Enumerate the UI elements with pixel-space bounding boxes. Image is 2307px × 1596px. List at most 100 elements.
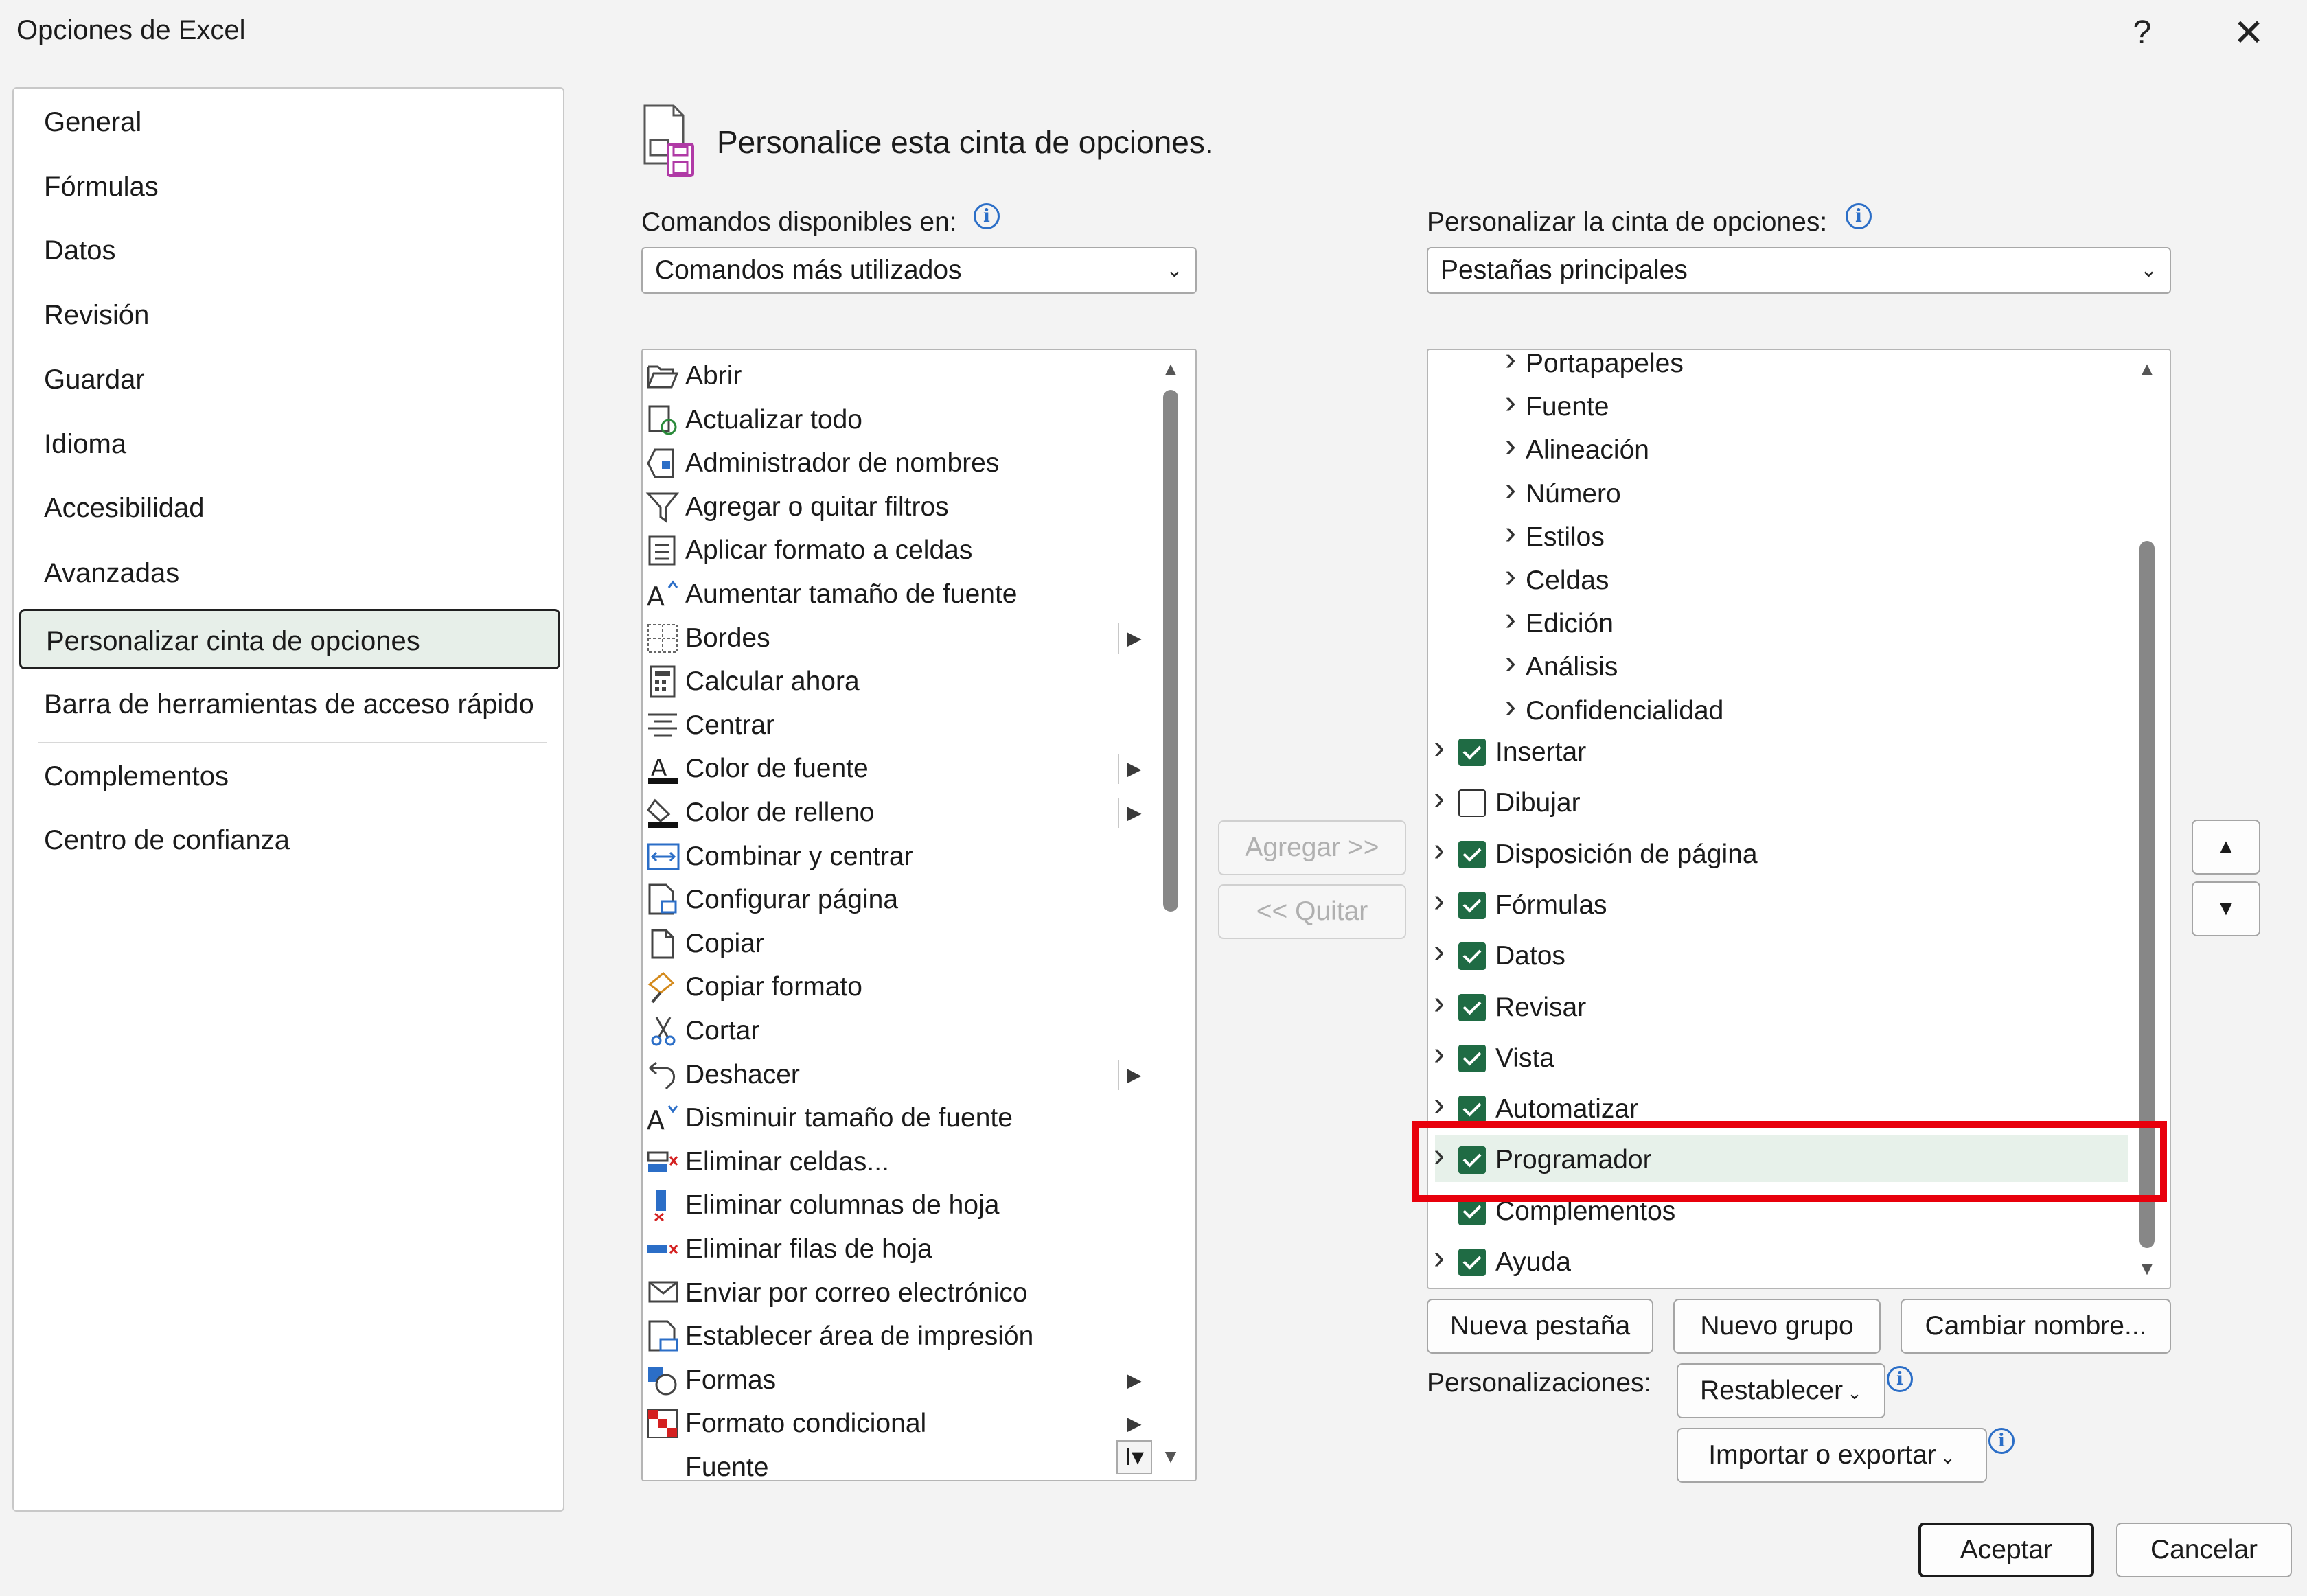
expand-chevron-icon[interactable]: › xyxy=(1505,640,1516,686)
nav-item[interactable]: Personalizar cinta de opciones xyxy=(19,609,560,669)
expand-chevron-icon[interactable]: › xyxy=(1505,350,1516,383)
nav-item[interactable]: Revisión xyxy=(19,285,560,345)
info-icon[interactable]: i xyxy=(1846,203,1872,229)
command-list-item[interactable]: A Color de fuente ▶ xyxy=(643,747,1164,790)
nav-item[interactable]: General xyxy=(19,92,560,152)
tree-tab-item[interactable]: › Insertar xyxy=(1428,729,2122,776)
expand-chevron-icon[interactable]: › xyxy=(1434,980,1445,1027)
chevron-down-icon: ⌄ xyxy=(1940,1447,1955,1468)
scroll-down-arrow[interactable]: ▼ xyxy=(2135,1258,2159,1280)
command-list-item[interactable]: Combinar y centrar xyxy=(643,835,1164,878)
command-list-item[interactable]: Formas ▶ xyxy=(643,1358,1164,1402)
command-list-item[interactable]: Eliminar celdas... xyxy=(643,1140,1164,1183)
command-list-item[interactable]: Centrar xyxy=(643,704,1164,747)
command-list-item[interactable]: Copiar xyxy=(643,922,1164,965)
tab-checkbox[interactable] xyxy=(1458,840,1486,868)
nav-item[interactable]: Datos xyxy=(19,220,560,281)
scroll-up-arrow[interactable]: ▲ xyxy=(2135,358,2159,380)
close-button[interactable]: ✕ xyxy=(2218,2,2280,64)
expand-chevron-icon[interactable]: › xyxy=(1505,510,1516,557)
expand-chevron-icon[interactable]: › xyxy=(1505,597,1516,643)
expand-chevron-icon[interactable]: › xyxy=(1434,725,1445,772)
tab-checkbox[interactable] xyxy=(1458,1096,1486,1124)
move-down-button[interactable]: ▼ xyxy=(2192,881,2260,936)
command-list-item[interactable]: Formato condicional ▶ xyxy=(643,1402,1164,1445)
command-list-item[interactable]: Eliminar filas de hoja xyxy=(643,1227,1164,1271)
import-export-button[interactable]: Importar o exportar ⌄ xyxy=(1677,1428,1987,1483)
tab-checkbox[interactable] xyxy=(1458,739,1486,766)
command-list-item[interactable]: Enviar por correo electrónico xyxy=(643,1271,1164,1315)
tree-tab-item[interactable]: › Vista xyxy=(1428,1035,2122,1082)
remove-button[interactable]: << Quitar xyxy=(1218,884,1406,939)
reset-dropdown-button[interactable]: Restablecer ⌄ xyxy=(1677,1363,1885,1418)
nav-item[interactable]: Avanzadas xyxy=(19,543,560,603)
group-label: Análisis xyxy=(1526,652,1618,682)
nav-item[interactable]: Barra de herramientas de acceso rápido xyxy=(19,674,560,735)
cancel-button[interactable]: Cancelar xyxy=(2116,1523,2292,1577)
tab-checkbox[interactable] xyxy=(1458,789,1486,818)
tree-tab-item[interactable]: › Ayuda xyxy=(1428,1239,2122,1286)
expand-chevron-icon[interactable]: › xyxy=(1505,684,1516,730)
new-group-button[interactable]: Nuevo grupo xyxy=(1673,1299,1881,1354)
expand-chevron-icon[interactable]: › xyxy=(1434,1031,1445,1078)
nav-item[interactable]: Complementos xyxy=(19,746,560,807)
command-list-item[interactable]: Agregar o quitar filtros xyxy=(643,485,1164,529)
command-list-item[interactable]: Cortar xyxy=(643,1009,1164,1052)
command-list-item[interactable]: Deshacer ▶ xyxy=(643,1053,1164,1096)
tab-checkbox[interactable] xyxy=(1458,1044,1486,1072)
command-list-item[interactable]: Copiar formato xyxy=(643,965,1164,1008)
add-button[interactable]: Agregar >> xyxy=(1218,820,1406,875)
info-icon[interactable]: i xyxy=(974,203,1000,229)
command-list-item[interactable]: Color de relleno ▶ xyxy=(643,791,1164,834)
tab-checkbox[interactable] xyxy=(1458,942,1486,971)
expand-chevron-icon[interactable]: › xyxy=(1434,929,1445,975)
tree-tab-item[interactable]: › Revisar xyxy=(1428,984,2122,1031)
nav-item[interactable]: Fórmulas xyxy=(19,157,560,217)
command-list-item[interactable]: Calcular ahora xyxy=(643,660,1164,703)
command-list-item[interactable]: Administrador de nombres xyxy=(643,441,1164,485)
nav-item[interactable]: Centro de confianza xyxy=(19,810,560,870)
submenu-arrow-icon: ▶ xyxy=(1127,758,1142,780)
help-button[interactable]: ? xyxy=(2111,2,2173,64)
command-list-item[interactable]: Configurar página xyxy=(643,878,1164,921)
nav-item[interactable]: Guardar xyxy=(19,349,560,410)
command-list-item[interactable]: Eliminar columnas de hoja xyxy=(643,1183,1164,1227)
command-list-item[interactable]: Abrir xyxy=(643,354,1164,397)
commands-from-dropdown[interactable]: Comandos más utilizados ⌄ xyxy=(641,247,1197,294)
expand-chevron-icon[interactable]: › xyxy=(1505,423,1516,470)
scroll-thumb[interactable] xyxy=(1163,390,1178,912)
tree-tab-item[interactable]: › Disposición de página xyxy=(1428,831,2122,878)
info-icon[interactable]: i xyxy=(1988,1428,2015,1454)
tree-tab-item[interactable]: › Datos xyxy=(1428,933,2122,980)
tree-tab-item[interactable]: › Fórmulas xyxy=(1428,882,2122,929)
available-commands-list[interactable]: ▲ ▼ Abrir Actualizar todo Administrador de… xyxy=(641,349,1197,1481)
command-list-item[interactable]: A Disminuir tamaño de fuente xyxy=(643,1096,1164,1140)
rename-button[interactable]: Cambiar nombre... xyxy=(1901,1299,2171,1354)
expand-chevron-icon[interactable]: › xyxy=(1434,776,1445,822)
expand-chevron-icon[interactable]: › xyxy=(1434,827,1445,874)
command-label: Eliminar filas de hoja xyxy=(685,1234,932,1264)
command-list-item[interactable]: Actualizar todo xyxy=(643,398,1164,441)
nav-item[interactable]: Accesibilidad xyxy=(19,478,560,538)
command-list-item[interactable]: Aplicar formato a celdas xyxy=(643,529,1164,572)
tab-checkbox[interactable] xyxy=(1458,891,1486,919)
expand-chevron-icon[interactable]: › xyxy=(1505,467,1516,513)
tree-tab-item[interactable]: › Dibujar xyxy=(1428,780,2122,826)
info-icon[interactable]: i xyxy=(1887,1366,1913,1392)
ribbon-tabs-dropdown[interactable]: Pestañas principales ⌄ xyxy=(1427,247,2171,294)
expand-chevron-icon[interactable]: › xyxy=(1434,878,1445,925)
command-list-item[interactable]: Establecer área de impresión xyxy=(643,1315,1164,1358)
nav-item[interactable]: Idioma xyxy=(19,414,560,474)
move-up-button[interactable]: ▲ xyxy=(2192,820,2260,875)
command-list-item[interactable]: Fuente xyxy=(643,1446,1164,1480)
tab-checkbox[interactable] xyxy=(1458,993,1486,1021)
expand-chevron-icon[interactable]: › xyxy=(1505,553,1516,600)
merge-center-icon xyxy=(645,840,681,873)
tab-checkbox[interactable] xyxy=(1458,1249,1486,1276)
command-list-item[interactable]: A Aumentar tamaño de fuente xyxy=(643,573,1164,616)
expand-chevron-icon[interactable]: › xyxy=(1434,1235,1445,1282)
new-tab-button[interactable]: Nueva pestaña xyxy=(1427,1299,1653,1354)
command-list-item[interactable]: Bordes ▶ xyxy=(643,616,1164,660)
expand-chevron-icon[interactable]: › xyxy=(1505,380,1516,426)
ok-button[interactable]: Aceptar xyxy=(1918,1523,2094,1577)
